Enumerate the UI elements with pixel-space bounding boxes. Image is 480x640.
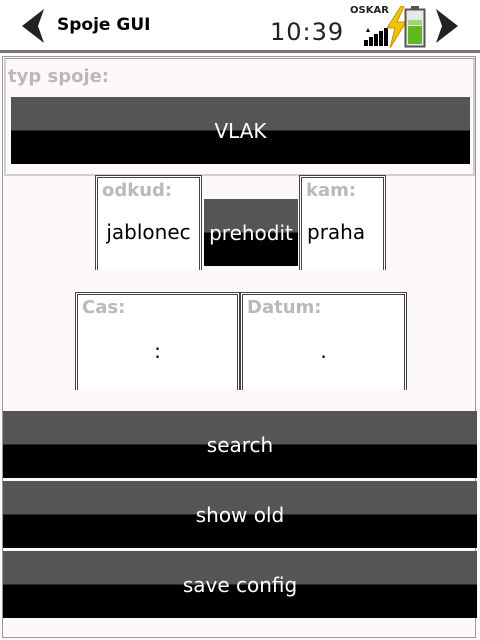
search-button[interactable]: search bbox=[3, 411, 477, 478]
cas-value[interactable]: : bbox=[78, 339, 237, 363]
status-bar: Spoje GUI 10:39 OSKAR bbox=[0, 0, 480, 50]
odkud-value[interactable]: jablonec bbox=[98, 220, 199, 244]
kam-field[interactable]: kam: praha bbox=[299, 175, 386, 270]
odkud-field[interactable]: odkud: jablonec bbox=[95, 175, 202, 270]
kam-label: kam: bbox=[306, 180, 357, 201]
datum-field[interactable]: Datum: . bbox=[240, 292, 407, 390]
datum-label: Datum: bbox=[247, 297, 322, 318]
odkud-label: odkud: bbox=[102, 180, 173, 201]
datum-value[interactable]: . bbox=[243, 339, 404, 363]
app-title: Spoje GUI bbox=[57, 15, 151, 35]
clock: 10:39 bbox=[270, 18, 345, 46]
forward-arrow-icon[interactable] bbox=[434, 9, 458, 43]
typ-spoje-label: typ spoje: bbox=[8, 66, 110, 87]
cas-label: Cas: bbox=[82, 297, 126, 318]
cas-field[interactable]: Cas: : bbox=[75, 292, 240, 390]
show-old-button[interactable]: show old bbox=[3, 481, 477, 548]
swap-button[interactable]: prehodit bbox=[204, 199, 298, 266]
typ-spoje-button[interactable]: VLAK bbox=[11, 97, 470, 164]
kam-value[interactable]: praha bbox=[307, 220, 383, 244]
battery-icon bbox=[404, 6, 426, 48]
back-arrow-icon[interactable] bbox=[22, 9, 46, 43]
save-config-button[interactable]: save config bbox=[3, 551, 477, 618]
status-bar-divider bbox=[0, 50, 480, 53]
